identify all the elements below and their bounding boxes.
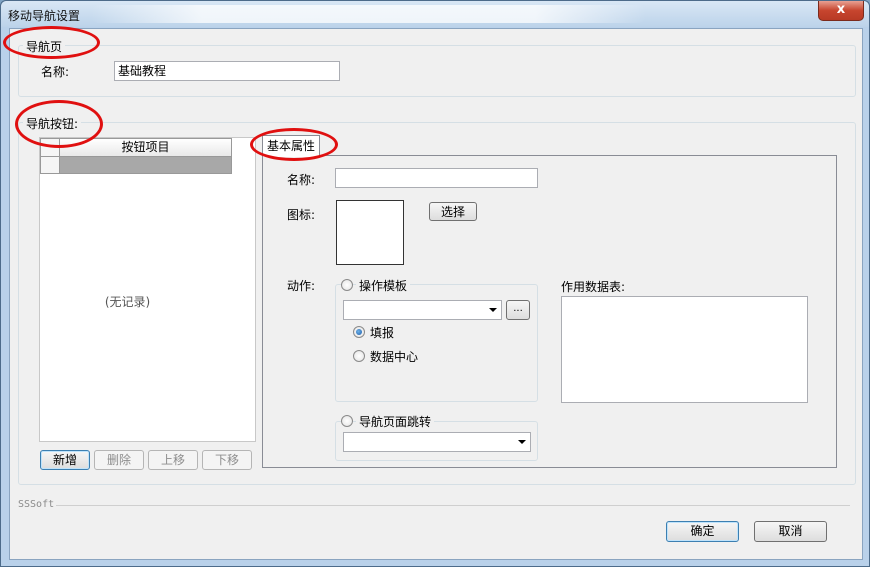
op-template-dropdown[interactable]: [343, 300, 502, 320]
nav-page-name-input[interactable]: 基础教程: [114, 61, 340, 81]
data-center-radio[interactable]: [353, 350, 365, 362]
annotation-circle-nav-buttons: [15, 100, 103, 148]
cancel-button[interactable]: 取消: [754, 521, 827, 542]
dialog-window: 移动导航设置 x 导航页 名称: 基础教程 导航按钮: 按钮项目 (无记录) 新…: [0, 0, 870, 567]
nav-jump-label[interactable]: 导航页面跳转: [356, 413, 435, 430]
footer-divider: [18, 505, 850, 506]
delete-button[interactable]: 删除: [94, 450, 144, 470]
ok-button[interactable]: 确定: [666, 521, 739, 542]
action-label: 动作:: [287, 279, 316, 293]
op-template-radio[interactable]: [341, 279, 353, 291]
select-icon-button[interactable]: 选择: [429, 202, 477, 221]
browse-template-button[interactable]: ...: [506, 300, 530, 320]
button-name-input[interactable]: [335, 168, 538, 188]
annotation-circle-basic-props: [250, 128, 338, 161]
data-table-label: 作用数据表:: [561, 280, 626, 294]
data-center-label[interactable]: 数据中心: [370, 348, 418, 365]
brand-label: SSSoft: [18, 499, 57, 510]
nav-page-name-label: 名称:: [41, 65, 70, 79]
move-down-button[interactable]: 下移: [202, 450, 252, 470]
data-table-listbox[interactable]: [561, 296, 808, 403]
chevron-down-icon: [518, 440, 526, 444]
title-bar-highlight: [91, 5, 646, 23]
chevron-down-icon: [489, 308, 497, 312]
move-up-button[interactable]: 上移: [148, 450, 198, 470]
window-title: 移动导航设置: [8, 9, 81, 23]
grid-row-header[interactable]: [40, 156, 60, 174]
fill-report-label[interactable]: 填报: [370, 324, 394, 341]
add-button[interactable]: 新增: [40, 450, 90, 470]
close-button[interactable]: x: [818, 1, 864, 21]
title-bar[interactable]: 移动导航设置 x: [1, 1, 869, 27]
nav-jump-dropdown[interactable]: [343, 432, 531, 452]
button-name-label: 名称:: [287, 173, 316, 187]
dialog-client-area: 导航页 名称: 基础教程 导航按钮: 按钮项目 (无记录) 新增 删除 上移 下…: [3, 26, 863, 560]
empty-records-text: (无记录): [104, 295, 151, 309]
op-template-label[interactable]: 操作模板: [356, 277, 411, 294]
fill-report-radio[interactable]: [353, 326, 365, 338]
icon-preview-box: [336, 200, 404, 265]
button-items-grid[interactable]: 按钮项目 (无记录): [39, 137, 256, 442]
icon-label: 图标:: [287, 208, 316, 222]
grid-selected-row[interactable]: [59, 156, 232, 174]
annotation-circle-nav-page: [3, 26, 100, 59]
nav-jump-radio[interactable]: [341, 415, 353, 427]
